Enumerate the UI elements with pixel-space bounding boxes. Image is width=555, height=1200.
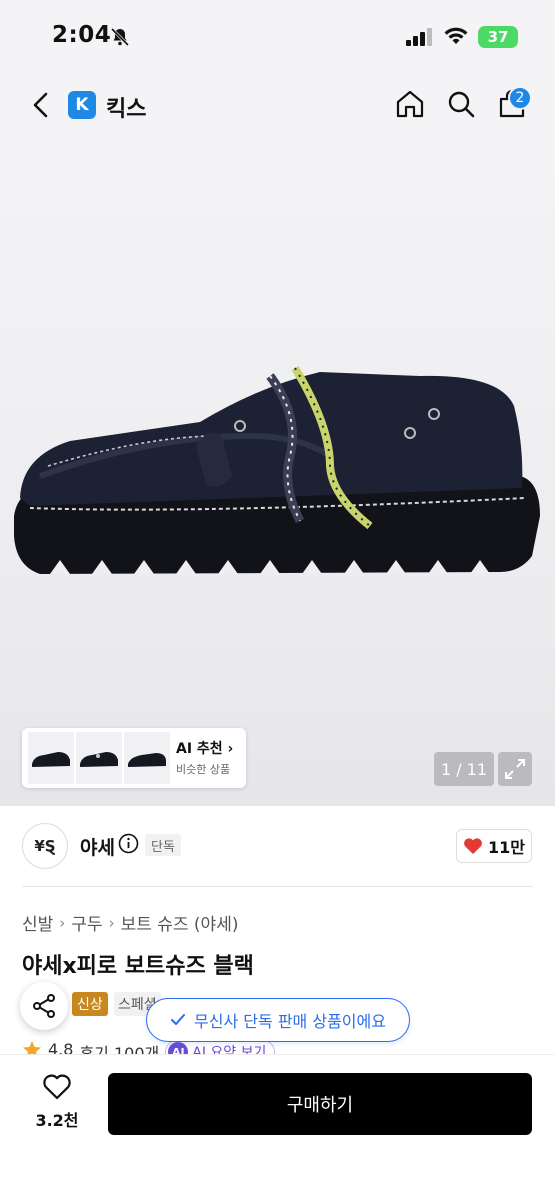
exclusive-chip: 단독 xyxy=(145,834,181,856)
ai-recommend-title[interactable]: AI 추천 › xyxy=(176,738,233,758)
brand-logo[interactable]: ¥Ȿ xyxy=(22,823,68,869)
battery-indicator: 37 xyxy=(478,26,518,48)
kicks-logo[interactable]: K xyxy=(68,91,96,119)
ai-summary-label: AI 요약 보기 xyxy=(192,1045,267,1054)
exclusive-toast: 무신사 단독 판매 상품이에요 xyxy=(146,998,410,1042)
new-tag: 신상 xyxy=(72,992,108,1016)
product-image-gallery[interactable]: AI 추천 › 비슷한 상품 1 / 11 xyxy=(0,136,555,806)
recommend-thumbnail[interactable] xyxy=(124,732,170,784)
toast-text: 무신사 단독 판매 상품이에요 xyxy=(194,1012,386,1031)
breadcrumb: 신발 › 구두 › 보트 슈즈 (야세) xyxy=(22,910,239,936)
back-arrow-icon[interactable] xyxy=(28,90,54,120)
bottom-action-bar: 3.2천 구매하기 xyxy=(0,1054,555,1200)
status-time: 2:04 xyxy=(52,22,112,48)
shoe-thumbnail-icon xyxy=(32,752,70,767)
cart-count-badge: 2 xyxy=(508,86,532,110)
home-icon[interactable] xyxy=(394,88,426,120)
wishlist-button[interactable]: 3.2천 xyxy=(24,1073,90,1137)
ai-badge: AI xyxy=(168,1042,189,1054)
brand-name[interactable]: 야세 xyxy=(80,833,115,860)
heart-icon xyxy=(464,838,482,854)
expand-icon[interactable] xyxy=(498,752,532,786)
image-counter: 1 / 11 xyxy=(434,752,494,786)
store-name[interactable]: 킥스 xyxy=(106,91,146,123)
review-count[interactable]: 후기 100개 xyxy=(79,1040,159,1054)
brand-row: ¥Ȿ 야세 단독 11만 xyxy=(0,806,555,886)
breadcrumb-item[interactable]: 구두 xyxy=(71,910,102,935)
breadcrumb-item[interactable]: 보트 슈즈 (야세) xyxy=(121,910,239,935)
info-icon[interactable] xyxy=(118,833,139,854)
divider xyxy=(22,886,533,887)
shoe-thumbnail-icon xyxy=(128,753,166,767)
star-icon xyxy=(23,1041,41,1054)
share-button[interactable] xyxy=(20,982,68,1030)
heart-icon xyxy=(43,1074,71,1100)
top-navigation: K 킥스 2 xyxy=(0,72,555,136)
check-icon xyxy=(171,1014,186,1025)
breadcrumb-item[interactable]: 신발 xyxy=(22,910,53,935)
brand-like-count: 11만 xyxy=(488,838,525,857)
product-title: 야세x피로 보트슈즈 블랙 xyxy=(22,954,254,979)
breadcrumb-separator: › xyxy=(59,913,66,932)
status-bar: 2:04 37 xyxy=(0,0,555,72)
ai-recommend-strip[interactable]: AI 추천 › 비슷한 상품 xyxy=(22,728,246,788)
recommend-thumbnail[interactable] xyxy=(28,732,74,784)
rating-value: 4.8 xyxy=(48,1040,74,1054)
breadcrumb-separator: › xyxy=(108,913,115,932)
wifi-icon xyxy=(444,27,468,44)
brand-like-button[interactable]: 11만 xyxy=(456,829,532,863)
search-icon[interactable] xyxy=(445,88,477,120)
shoe-thumbnail-icon xyxy=(80,752,118,767)
bell-slash-icon xyxy=(110,27,130,47)
buy-button[interactable]: 구매하기 xyxy=(108,1073,532,1135)
boat-shoe-image xyxy=(14,365,540,574)
rating-row: 4.8 후기 100개 AI AI 요약 보기 xyxy=(22,1040,533,1054)
recommend-thumbnail[interactable] xyxy=(76,732,122,784)
ai-summary-button[interactable]: AI AI 요약 보기 xyxy=(165,1040,276,1054)
share-icon xyxy=(33,994,55,1018)
wishlist-count: 3.2천 xyxy=(35,1111,79,1130)
ai-recommend-subtitle: 비슷한 상품 xyxy=(176,763,231,776)
signal-icon xyxy=(406,28,432,46)
